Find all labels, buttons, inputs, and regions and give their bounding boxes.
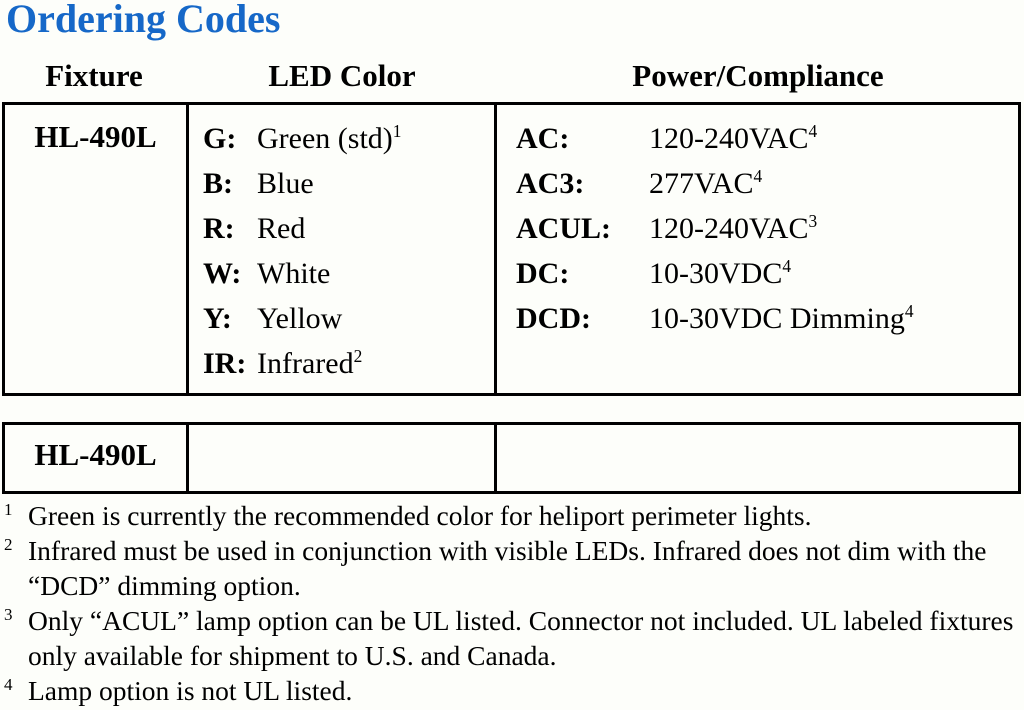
led-color-option-list: G: Green (std)1 B: Blue R: Red W: White Y: Yellow… bbox=[189, 105, 494, 393]
led-color-option-code: W: bbox=[203, 257, 242, 290]
led-color-option-value: Red bbox=[257, 212, 306, 245]
power-option-value: 120-240VAC4 bbox=[649, 121, 818, 155]
led-color-option: W: White bbox=[189, 253, 494, 298]
table-cell-led-color: G: Green (std)1 B: Blue R: Red W: White Y: Yellow… bbox=[189, 105, 497, 393]
led-color-option-value: Green (std)1 bbox=[257, 121, 402, 155]
led-color-option-footnote-marker: 2 bbox=[353, 346, 363, 366]
power-option-value: 10-30VDC Dimming4 bbox=[649, 301, 914, 335]
led-color-option-code: G: bbox=[203, 122, 237, 155]
footnote: 3 Only “ACUL” lamp option can be UL liste… bbox=[2, 603, 1022, 673]
power-option-footnote-marker: 4 bbox=[808, 121, 818, 141]
footnote: 1 Green is currently the recommended colo… bbox=[2, 498, 1022, 533]
ordering-options-table: HL-490L G: Green (std)1 B: Blue R: Red W: White… bbox=[2, 102, 1021, 396]
footnote-text: Lamp option is not UL listed. bbox=[28, 675, 353, 706]
power-option-list: AC: 120-240VAC4 AC3: 277VAC4 ACUL: 120-240VAC… bbox=[497, 105, 1018, 393]
led-color-option-value: Blue bbox=[257, 167, 314, 200]
led-color-option: Y: Yellow bbox=[189, 298, 494, 343]
order-entry-table[interactable]: HL-490L bbox=[2, 422, 1021, 494]
led-color-option-value: Infrared2 bbox=[257, 346, 363, 380]
entry-cell-led-color[interactable] bbox=[189, 425, 497, 491]
power-option-footnote-marker: 4 bbox=[753, 166, 763, 186]
column-header-power-compliance: Power/Compliance bbox=[632, 58, 884, 93]
power-option-code: DCD: bbox=[516, 302, 591, 335]
power-option: AC3: 277VAC4 bbox=[497, 163, 1018, 208]
column-header-fixture: Fixture bbox=[45, 58, 143, 93]
footnote-marker: 2 bbox=[4, 535, 13, 554]
power-option-value: 277VAC4 bbox=[649, 166, 763, 200]
footnote: 2 Infrared must be used in conjunction wi… bbox=[2, 533, 1022, 603]
column-headers: Fixture LED Color Power/Compliance bbox=[0, 56, 1024, 100]
power-option-code: AC: bbox=[516, 122, 570, 155]
entry-fixture-model-label: HL-490L bbox=[34, 437, 157, 472]
power-option-value: 120-240VAC3 bbox=[649, 211, 818, 245]
power-option-value: 10-30VDC4 bbox=[649, 256, 792, 290]
footnote-text: Infrared must be used in conjunction wit… bbox=[28, 535, 987, 601]
table-cell-fixture: HL-490L bbox=[5, 105, 189, 393]
led-color-option: R: Red bbox=[189, 208, 494, 253]
power-option: DC: 10-30VDC4 bbox=[497, 253, 1018, 298]
entry-cell-fixture: HL-490L bbox=[5, 425, 189, 491]
led-color-option-code: IR: bbox=[203, 347, 247, 380]
led-color-option-value: White bbox=[257, 257, 331, 290]
power-option-footnote-marker: 4 bbox=[782, 256, 792, 276]
page-title: Ordering Codes bbox=[6, 0, 281, 41]
led-color-option-footnote-marker: 1 bbox=[392, 121, 402, 141]
led-color-option: B: Blue bbox=[189, 163, 494, 208]
footnote: 4 Lamp option is not UL listed. bbox=[2, 673, 1022, 708]
led-color-option-code: R: bbox=[203, 212, 235, 245]
footnote-text: Green is currently the recommended color… bbox=[28, 500, 812, 531]
power-option-footnote-marker: 3 bbox=[808, 211, 818, 231]
entry-cell-power-compliance[interactable] bbox=[497, 425, 1018, 491]
ordering-codes-page: Ordering Codes Fixture LED Color Power/C… bbox=[0, 0, 1024, 710]
power-option-code: DC: bbox=[516, 257, 570, 290]
led-color-option: G: Green (std)1 bbox=[189, 118, 494, 163]
power-option: DCD: 10-30VDC Dimming4 bbox=[497, 298, 1018, 343]
power-option-code: ACUL: bbox=[516, 212, 611, 245]
power-option: ACUL: 120-240VAC3 bbox=[497, 208, 1018, 253]
power-option: AC: 120-240VAC4 bbox=[497, 118, 1018, 163]
footnote-marker: 3 bbox=[4, 605, 13, 624]
power-option-footnote-marker: 4 bbox=[904, 301, 914, 321]
table-cell-power-compliance: AC: 120-240VAC4 AC3: 277VAC4 ACUL: 120-240VAC… bbox=[497, 105, 1018, 393]
footnote-marker: 4 bbox=[4, 675, 13, 694]
led-color-option: IR: Infrared2 bbox=[189, 343, 494, 388]
power-option-code: AC3: bbox=[516, 167, 585, 200]
column-header-led-color: LED Color bbox=[268, 58, 416, 93]
led-color-option-value: Yellow bbox=[257, 302, 343, 335]
led-color-option-code: B: bbox=[203, 167, 233, 200]
footnotes-list: 1 Green is currently the recommended colo… bbox=[2, 498, 1022, 708]
footnote-marker: 1 bbox=[4, 500, 13, 519]
led-color-option-code: Y: bbox=[203, 302, 232, 335]
fixture-model-label: HL-490L bbox=[34, 119, 157, 154]
footnote-text: Only “ACUL” lamp option can be UL listed… bbox=[28, 605, 1014, 671]
